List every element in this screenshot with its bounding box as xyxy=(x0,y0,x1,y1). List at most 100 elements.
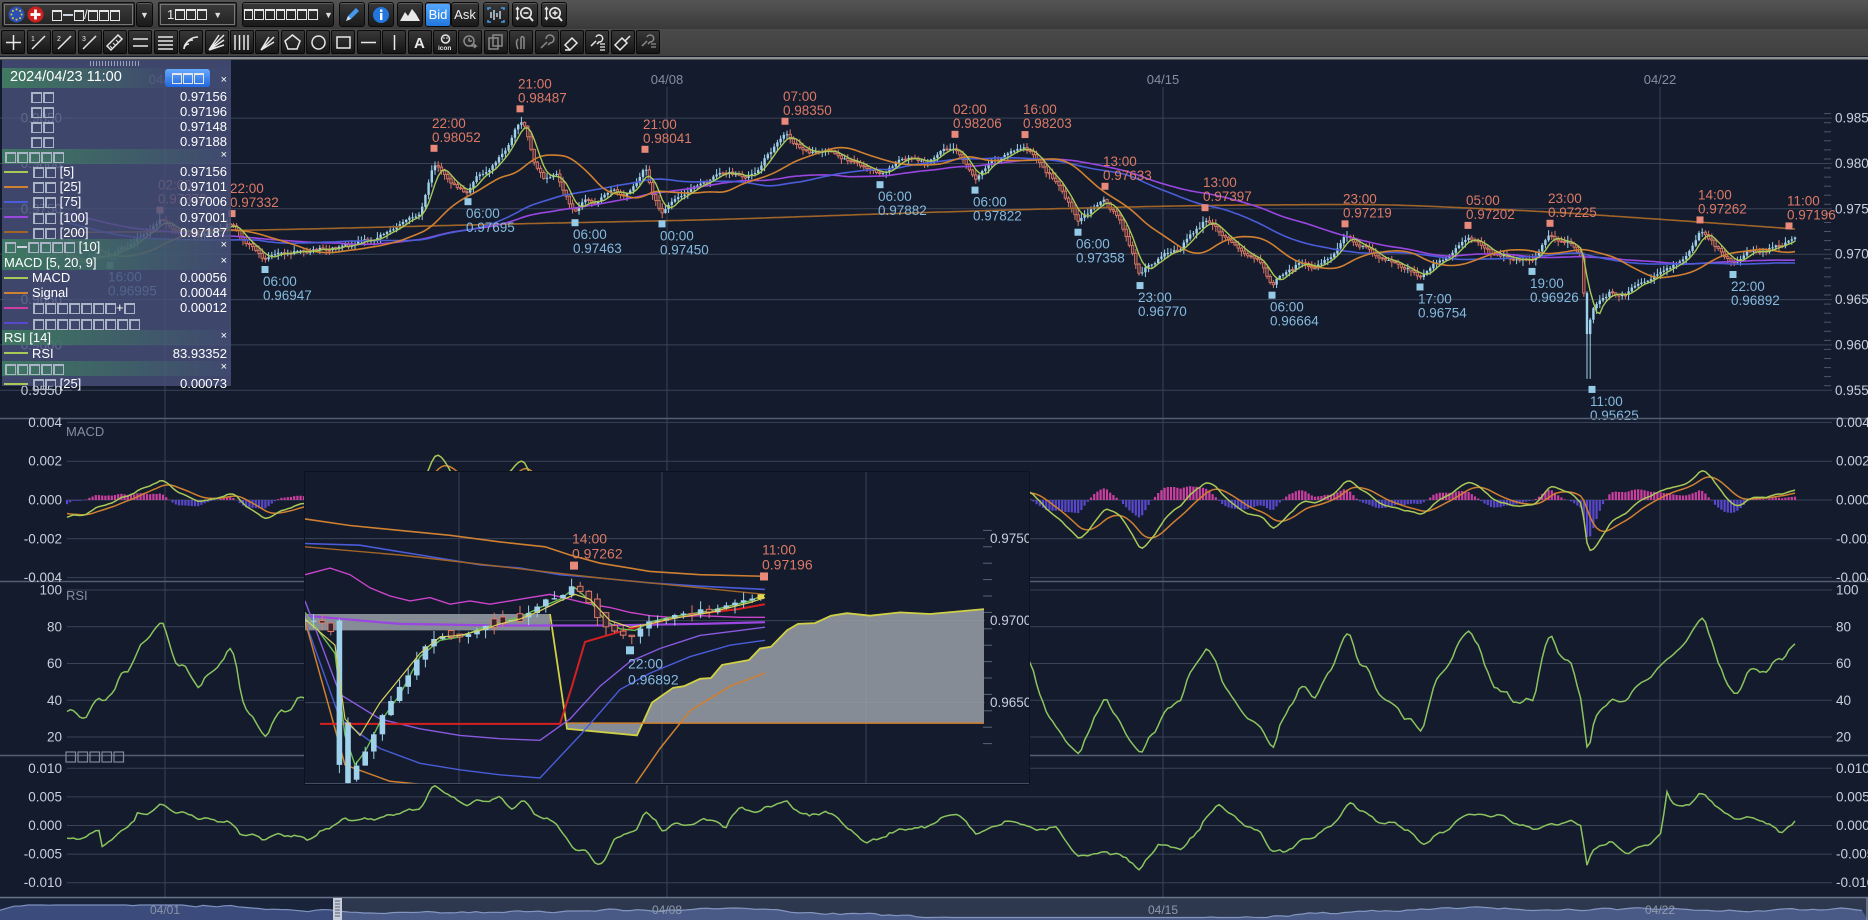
svg-text:0.96892: 0.96892 xyxy=(1731,293,1780,308)
svg-text:14:00: 14:00 xyxy=(1698,187,1732,202)
svg-text:0.97450: 0.97450 xyxy=(660,242,709,257)
svg-text:0.98350: 0.98350 xyxy=(783,103,832,118)
svg-text:80: 80 xyxy=(1836,619,1851,634)
svg-text:23:00: 23:00 xyxy=(1343,191,1377,206)
svg-text:04/15: 04/15 xyxy=(1147,72,1180,87)
svg-text:0.97463: 0.97463 xyxy=(573,241,622,256)
svg-text:0.97262: 0.97262 xyxy=(1698,201,1747,216)
svg-text:14:00: 14:00 xyxy=(572,531,607,547)
svg-text:0.9550: 0.9550 xyxy=(1835,383,1868,398)
svg-text:20: 20 xyxy=(47,730,62,745)
svg-text:0.95625: 0.95625 xyxy=(1590,408,1639,423)
svg-text:06:00: 06:00 xyxy=(573,227,607,242)
svg-text:22:00: 22:00 xyxy=(628,655,663,671)
svg-text:04/22: 04/22 xyxy=(1644,72,1677,87)
svg-text:0.96770: 0.96770 xyxy=(1138,304,1187,319)
svg-text:0.96754: 0.96754 xyxy=(1418,306,1467,321)
svg-text:0.97695: 0.97695 xyxy=(466,220,515,235)
svg-text:-0.002: -0.002 xyxy=(24,531,62,546)
svg-text:0.002: 0.002 xyxy=(1836,454,1868,469)
svg-text:20: 20 xyxy=(1836,730,1851,745)
svg-text:0.004: 0.004 xyxy=(1836,415,1868,430)
svg-text:21:00: 21:00 xyxy=(643,117,677,132)
svg-text:3: 3 xyxy=(82,36,86,43)
svg-text:2: 2 xyxy=(57,36,61,43)
svg-text:0.96926: 0.96926 xyxy=(1530,290,1579,305)
svg-text:0.97219: 0.97219 xyxy=(1343,205,1392,220)
svg-text:0.98203: 0.98203 xyxy=(1023,116,1072,131)
svg-text:0.97196: 0.97196 xyxy=(1787,207,1836,222)
svg-text:0.97822: 0.97822 xyxy=(973,209,1022,224)
svg-text:23:00: 23:00 xyxy=(1138,290,1172,305)
svg-text:0.005: 0.005 xyxy=(28,789,62,804)
svg-text:0.000: 0.000 xyxy=(1836,818,1868,833)
svg-text:06:00: 06:00 xyxy=(973,195,1007,210)
svg-text:MACD: MACD xyxy=(66,424,104,439)
svg-text:icon: icon xyxy=(438,45,451,52)
svg-text:22:00: 22:00 xyxy=(230,181,264,196)
svg-text:19:00: 19:00 xyxy=(1530,276,1564,291)
svg-text:0.97332: 0.97332 xyxy=(230,195,279,210)
svg-text:05:00: 05:00 xyxy=(1466,193,1500,208)
svg-text:0.98041: 0.98041 xyxy=(643,131,692,146)
svg-text:0.9650: 0.9650 xyxy=(1835,292,1868,307)
svg-text:06:00: 06:00 xyxy=(466,206,500,221)
svg-text:100: 100 xyxy=(1836,583,1859,598)
svg-text:80: 80 xyxy=(47,619,62,634)
svg-text:1: 1 xyxy=(31,36,35,43)
svg-text:0.9600: 0.9600 xyxy=(1835,337,1868,352)
svg-text:00:00: 00:00 xyxy=(660,228,694,243)
svg-text:0.9850: 0.9850 xyxy=(1835,111,1868,126)
svg-text:0.000: 0.000 xyxy=(1836,493,1868,508)
svg-text:13:00: 13:00 xyxy=(1103,154,1137,169)
svg-text:0.004: 0.004 xyxy=(28,415,62,430)
svg-text:02:00: 02:00 xyxy=(953,102,987,117)
svg-text:-0.010: -0.010 xyxy=(24,875,62,890)
svg-text:0.98052: 0.98052 xyxy=(432,130,481,145)
svg-text:0.98206: 0.98206 xyxy=(953,116,1002,131)
svg-text:0.97262: 0.97262 xyxy=(572,546,623,562)
svg-text:06:00: 06:00 xyxy=(878,189,912,204)
svg-text:06:00: 06:00 xyxy=(1270,300,1304,315)
svg-text:0.005: 0.005 xyxy=(1836,789,1868,804)
svg-text:0.000: 0.000 xyxy=(28,493,62,508)
svg-text:0.9650: 0.9650 xyxy=(990,695,1030,710)
svg-text:0.97196: 0.97196 xyxy=(762,556,813,572)
svg-text:0.002: 0.002 xyxy=(28,454,62,469)
svg-text:0.96892: 0.96892 xyxy=(628,671,679,687)
svg-text:0.010: 0.010 xyxy=(28,761,62,776)
svg-text:22:00: 22:00 xyxy=(1731,279,1765,294)
svg-text:-0.010: -0.010 xyxy=(1836,875,1868,890)
svg-text:0.9750: 0.9750 xyxy=(990,531,1030,546)
svg-text:16:00: 16:00 xyxy=(1023,102,1057,117)
svg-text:0.96664: 0.96664 xyxy=(1270,314,1319,329)
svg-text:0.97882: 0.97882 xyxy=(878,203,927,218)
svg-text:04/01: 04/01 xyxy=(150,903,180,917)
svg-text:21:00: 21:00 xyxy=(518,76,552,91)
svg-text:07:00: 07:00 xyxy=(783,89,817,104)
svg-text:0.96947: 0.96947 xyxy=(263,288,312,303)
svg-text:0.98487: 0.98487 xyxy=(518,90,567,105)
svg-text:RSI: RSI xyxy=(66,588,88,603)
svg-text:A: A xyxy=(414,35,425,52)
svg-text:0.9700: 0.9700 xyxy=(1835,247,1868,262)
svg-text:0.9750: 0.9750 xyxy=(1835,201,1868,216)
svg-text:06:00: 06:00 xyxy=(263,274,297,289)
svg-text:-0.002: -0.002 xyxy=(1836,531,1868,546)
svg-text:06:00: 06:00 xyxy=(1076,237,1110,252)
svg-text:-0.005: -0.005 xyxy=(1836,847,1868,862)
svg-text:0.97358: 0.97358 xyxy=(1076,251,1125,266)
svg-text:11:00: 11:00 xyxy=(1787,193,1820,208)
svg-text:60: 60 xyxy=(47,656,62,671)
svg-text:-0.005: -0.005 xyxy=(24,847,62,862)
svg-text:40: 40 xyxy=(47,693,62,708)
svg-text:0.97633: 0.97633 xyxy=(1103,168,1152,183)
svg-text:0.010: 0.010 xyxy=(1836,761,1868,776)
svg-text:60: 60 xyxy=(1836,656,1851,671)
svg-text:0.9700: 0.9700 xyxy=(990,613,1030,628)
svg-text:0.97225: 0.97225 xyxy=(1548,205,1597,220)
svg-text:40: 40 xyxy=(1836,693,1851,708)
svg-text:17:00: 17:00 xyxy=(1418,292,1452,307)
svg-text:0.97202: 0.97202 xyxy=(1466,207,1515,222)
svg-text:04/08: 04/08 xyxy=(651,72,684,87)
